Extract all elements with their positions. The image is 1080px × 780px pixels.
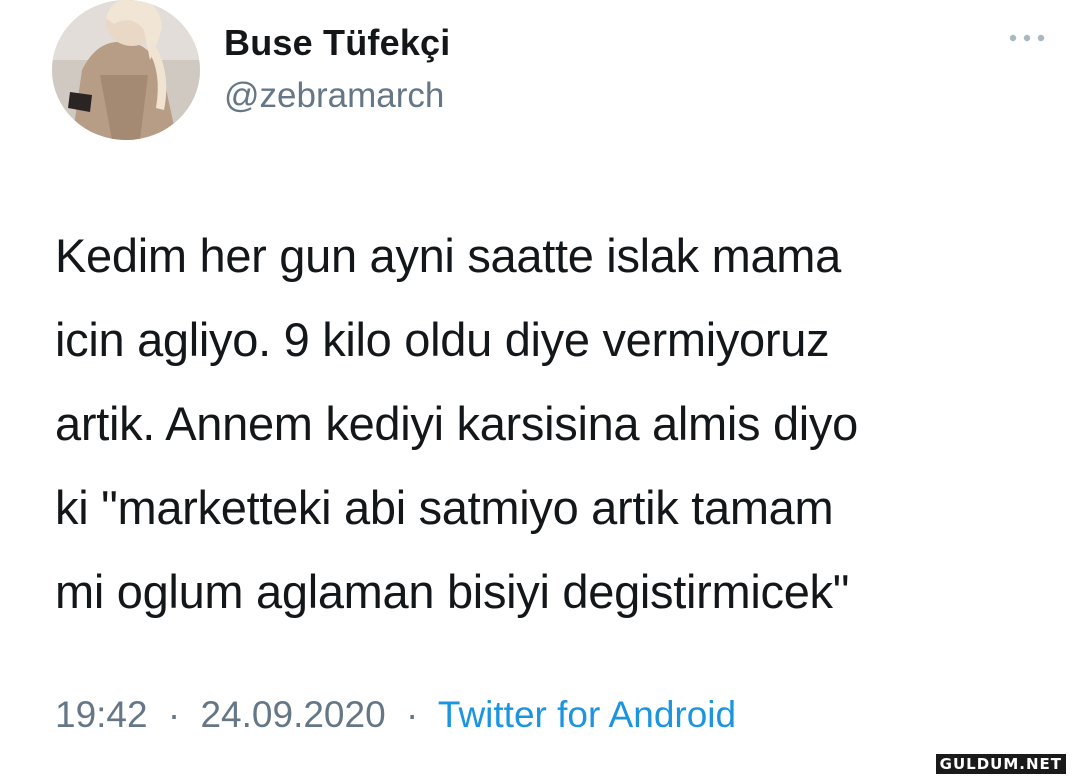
tweet-card: Buse Tüfekçi @zebramarch Kedim her gun a… bbox=[0, 0, 1080, 780]
watermark: GULDUM.NET bbox=[935, 754, 1066, 774]
tweet-text-line: Kedim her gun ayni saatte islak mama bbox=[55, 229, 841, 282]
more-horizontal-icon[interactable] bbox=[1004, 28, 1050, 48]
avatar-photo bbox=[52, 0, 200, 140]
display-name[interactable]: Buse Tüfekçi bbox=[224, 22, 450, 64]
tweet-source-link[interactable]: Twitter for Android bbox=[438, 694, 736, 735]
tweet-text-line: artik. Annem kediyi karsisina almis diyo bbox=[55, 397, 858, 450]
tweet-metadata: 19:42 · 24.09.2020 · Twitter for Android bbox=[55, 694, 736, 736]
user-handle[interactable]: @zebramarch bbox=[224, 76, 444, 116]
separator: · bbox=[405, 694, 419, 735]
tweet-text-line: icin agliyo. 9 kilo oldu diye vermiyoruz bbox=[55, 313, 830, 366]
separator: · bbox=[167, 694, 181, 735]
tweet-text-line: ki "marketteki abi satmiyo artik tamam bbox=[55, 481, 834, 534]
tweet-date[interactable]: 24.09.2020 bbox=[200, 694, 385, 735]
tweet-text-line: mi oglum aglaman bisiyi degistirmicek" bbox=[55, 565, 850, 618]
tweet-text: Kedim her gun ayni saatte islak mama ici… bbox=[55, 214, 1055, 634]
tweet-time[interactable]: 19:42 bbox=[55, 694, 148, 735]
avatar[interactable] bbox=[52, 0, 200, 140]
